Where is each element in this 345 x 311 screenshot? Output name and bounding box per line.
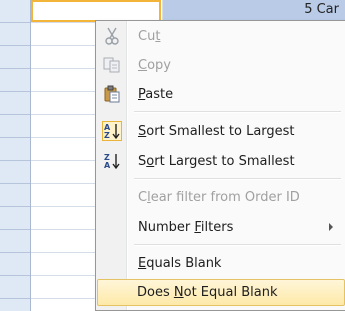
chevron-right-icon: [329, 223, 333, 231]
context-menu: Cut Copy Paste A Z Sort Smallest to Larg…: [95, 20, 345, 311]
menu-separator: [134, 244, 341, 246]
clipboard-icon: [102, 84, 122, 104]
menu-item-label: Cut: [138, 28, 161, 44]
menu-item-label: Does Not Equal Blank: [137, 285, 278, 300]
menu-item-copy[interactable]: Copy: [98, 52, 345, 78]
sort-descending-icon: Z A: [102, 151, 122, 171]
menu-separator: [134, 111, 341, 113]
highlighted-cell[interactable]: 5 Car: [163, 0, 345, 22]
menu-item-does-not-equal-blank[interactable]: Does Not Equal Blank: [97, 279, 345, 306]
cell-value: 5 Car: [304, 2, 339, 17]
menu-item-label: Equals Blank: [138, 255, 222, 271]
record-selector-column[interactable]: [0, 0, 31, 311]
selected-cell[interactable]: [31, 0, 161, 22]
menu-item-label: Copy: [138, 57, 171, 73]
scissors-icon: [102, 26, 122, 46]
menu-item-equals-blank[interactable]: Equals Blank: [98, 250, 345, 276]
menu-item-cut[interactable]: Cut: [98, 23, 345, 49]
menu-item-label: Sort Smallest to Largest: [138, 123, 295, 139]
menu-item-sort-descending[interactable]: Z A Sort Largest to Smallest: [98, 148, 345, 174]
copy-icon: [102, 55, 122, 75]
svg-text:Z: Z: [104, 131, 110, 140]
menu-separator: [134, 178, 341, 180]
menu-item-label: Paste: [138, 86, 174, 102]
menu-item-clear-filter[interactable]: Clear filter from Order ID: [98, 184, 345, 210]
menu-item-number-filters[interactable]: Number Filters: [98, 214, 345, 240]
menu-item-paste[interactable]: Paste: [98, 81, 345, 107]
menu-item-label: Clear filter from Order ID: [138, 189, 300, 205]
sort-ascending-icon: A Z: [102, 121, 122, 141]
menu-item-sort-ascending[interactable]: A Z Sort Smallest to Largest: [98, 118, 345, 144]
svg-text:A: A: [104, 161, 111, 170]
menu-item-label: Number Filters: [138, 219, 234, 235]
menu-item-label: Sort Largest to Smallest: [138, 153, 295, 169]
